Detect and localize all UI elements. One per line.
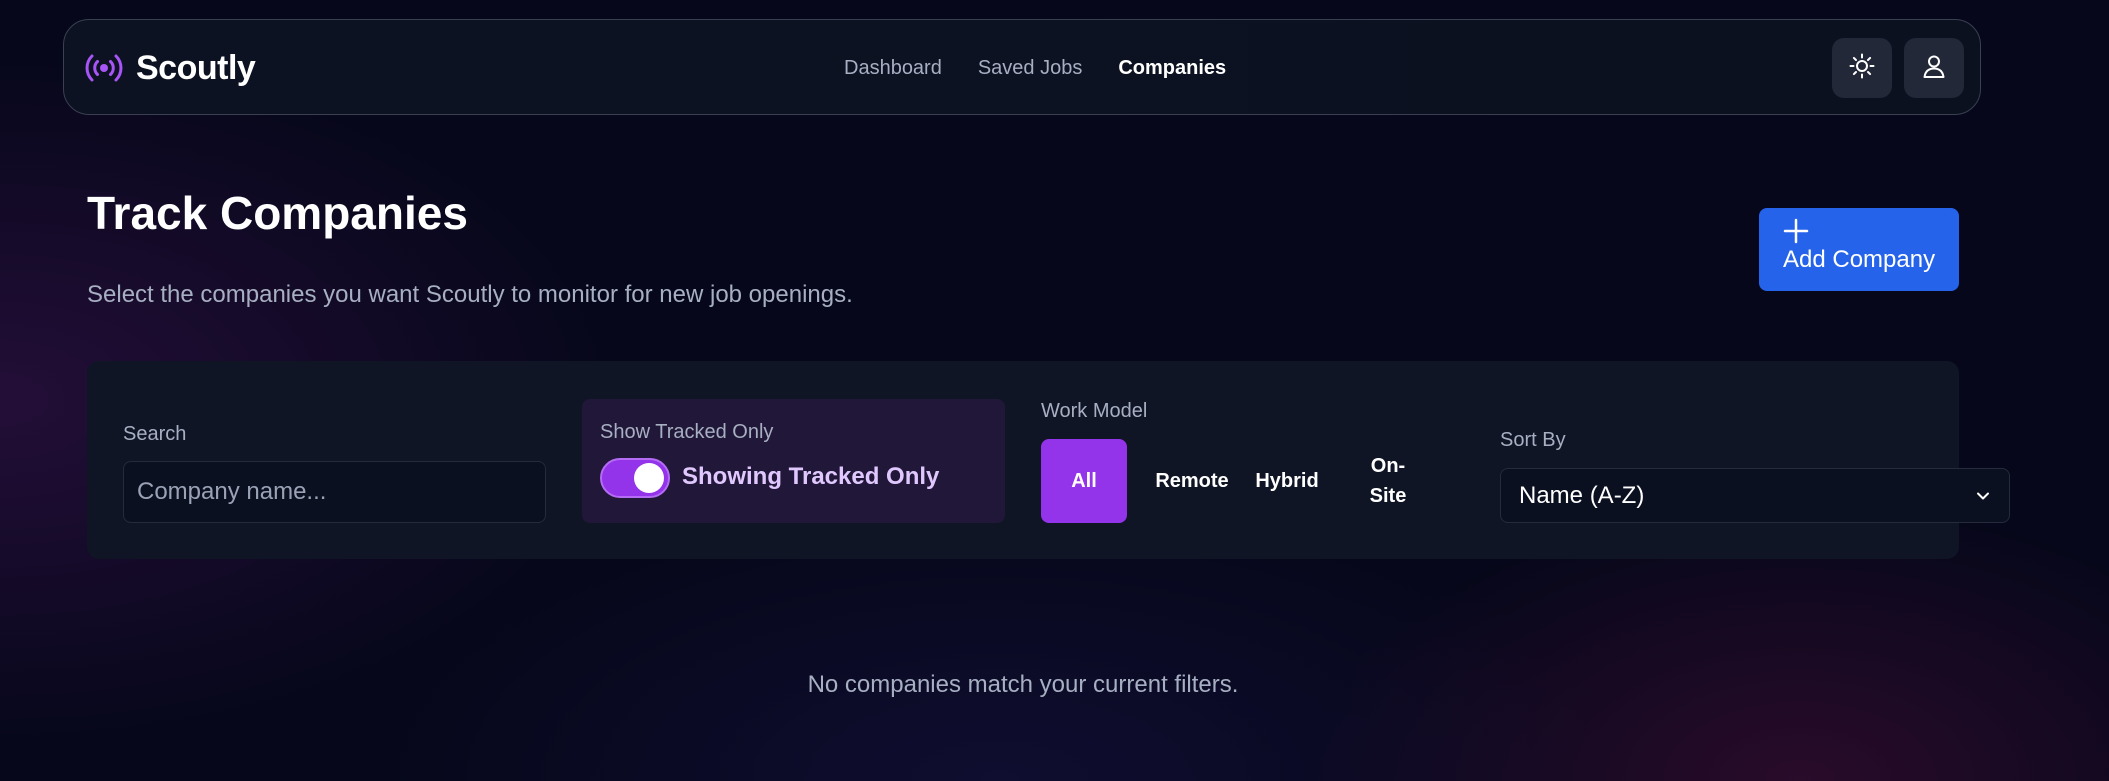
brand[interactable]: Scoutly (84, 20, 256, 116)
broadcast-icon (84, 48, 124, 88)
theme-toggle-button[interactable] (1832, 38, 1892, 98)
nav-link-saved-jobs[interactable]: Saved Jobs (978, 57, 1083, 80)
tracked-only-toggle[interactable] (600, 458, 670, 498)
brand-name: Scoutly (136, 48, 256, 87)
sun-icon (1848, 52, 1876, 85)
sort-value: Name (A-Z) (1519, 481, 1645, 509)
profile-button[interactable] (1904, 38, 1964, 98)
top-navbar: Scoutly Dashboard Saved Jobs Companies (63, 19, 1981, 115)
work-model-remote-button[interactable]: Remote (1149, 439, 1235, 523)
toggle-knob (634, 463, 664, 493)
tracked-filter: Show Tracked Only Showing Tracked Only (582, 399, 1005, 523)
work-model-hybrid-button[interactable]: Hybrid (1244, 439, 1330, 523)
work-model-all-button[interactable]: All (1041, 439, 1127, 523)
page-subtitle: Select the companies you want Scoutly to… (87, 281, 853, 308)
plus-icon (1783, 218, 1959, 244)
search-label: Search (123, 423, 187, 445)
tracked-filter-label: Show Tracked Only (600, 421, 774, 443)
main-nav: Dashboard Saved Jobs Companies (844, 20, 1226, 116)
chevron-down-icon (1975, 488, 1991, 504)
sort-label: Sort By (1500, 429, 1566, 451)
empty-state-message: No companies match your current filters. (807, 671, 1239, 698)
user-icon (1920, 52, 1948, 85)
sort-select[interactable]: Name (A-Z) (1500, 468, 2010, 523)
filters-panel: Search Show Tracked Only Showing Tracked… (87, 361, 2010, 559)
work-model-onsite-button[interactable]: On-Site (1351, 439, 1425, 523)
tracked-status-text: Showing Tracked Only (682, 463, 940, 490)
nav-link-dashboard[interactable]: Dashboard (844, 57, 942, 80)
work-model-label: Work Model (1041, 400, 1148, 422)
add-company-label: Add Company (1783, 246, 1936, 273)
page-title: Track Companies (87, 187, 468, 239)
search-input[interactable] (123, 461, 546, 523)
nav-link-companies[interactable]: Companies (1118, 57, 1226, 80)
add-company-button[interactable]: Add Company (1759, 208, 1959, 291)
